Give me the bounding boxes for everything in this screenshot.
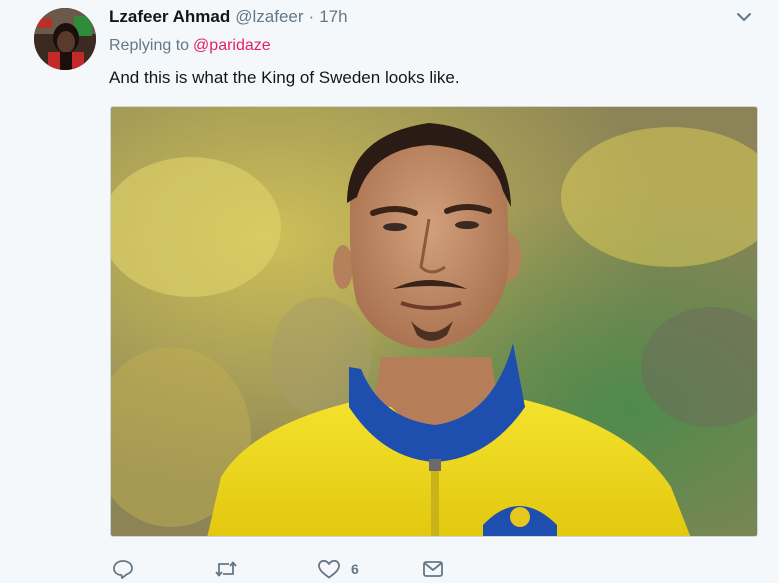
reply-mention-link[interactable]: @paridaze — [193, 37, 271, 54]
retweet-icon — [215, 561, 237, 577]
like-button[interactable]: 6 — [317, 556, 359, 582]
tweet: Lzafeer Ahmad @lzafeer · 17h Replying to… — [0, 0, 779, 583]
retweet-button[interactable] — [214, 556, 238, 582]
author-name[interactable]: Lzafeer Ahmad — [109, 7, 230, 27]
tweet-text: And this is what the King of Sweden look… — [109, 68, 460, 87]
author-handle[interactable]: @lzafeer — [235, 7, 303, 27]
envelope-icon — [423, 561, 443, 577]
chevron-down-icon[interactable] — [735, 10, 753, 24]
separator-dot: · — [308, 7, 315, 26]
reply-icon — [113, 560, 133, 579]
avatar[interactable] — [34, 8, 96, 70]
tweet-photo[interactable] — [110, 106, 758, 537]
replying-to: Replying to @paridaze — [109, 37, 271, 55]
heart-icon — [318, 559, 340, 579]
reply-button[interactable] — [112, 556, 134, 582]
tweet-header: Lzafeer Ahmad @lzafeer · 17h — [109, 7, 348, 29]
direct-message-button[interactable] — [422, 556, 444, 582]
replying-to-label: Replying to — [109, 37, 190, 54]
like-count: 6 — [351, 561, 359, 577]
tweet-actions: 6 — [110, 556, 510, 582]
timestamp[interactable]: 17h — [319, 7, 347, 27]
